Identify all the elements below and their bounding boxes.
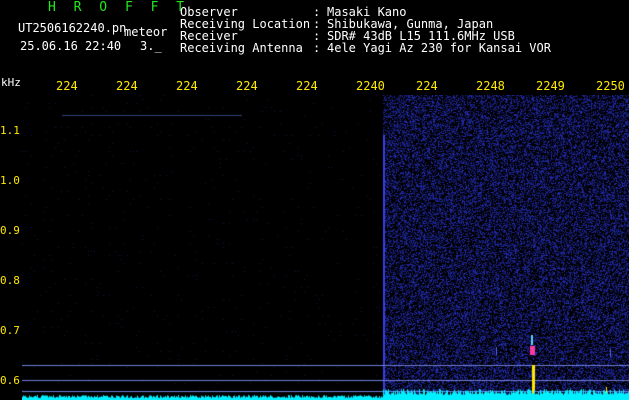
x-tick-label: 2249: [536, 78, 565, 94]
x-tick-label: 224: [296, 78, 318, 94]
file-name: UT2506162240.pn: [18, 22, 126, 34]
x-tick-label: 224: [176, 78, 198, 94]
antenna-colon: :: [313, 42, 320, 54]
frequency-axis: 224 224 224 224 224 2240 224 2248 2249 2…: [0, 78, 629, 96]
antenna-value: 4ele Yagi Az 230 for Kansai VOR: [327, 42, 551, 54]
y-tick-label: 0.6: [0, 375, 20, 387]
x-tick-label: 224: [416, 78, 438, 94]
x-tick-label: 224: [236, 78, 258, 94]
datetime: 25.06.16 22:40: [20, 40, 121, 52]
x-tick-label: 2240: [356, 78, 385, 94]
app-brand: H R O F F T: [48, 2, 189, 14]
spectrogram-panel: [22, 95, 629, 400]
y-tick-label: 0.8: [0, 275, 20, 287]
y-tick-label: 1.0: [0, 175, 20, 187]
count-value: 3._: [140, 40, 162, 52]
x-tick-label: 224: [116, 78, 138, 94]
spectrogram-canvas: [22, 95, 629, 400]
y-tick-label: 0.7: [0, 325, 20, 337]
antenna-label: Receiving Antenna: [180, 42, 303, 54]
mode-label: meteor: [124, 26, 167, 38]
x-tick-label: 2250: [596, 78, 625, 94]
x-tick-label: 224: [56, 78, 78, 94]
y-tick-label: 0.9: [0, 225, 20, 237]
x-tick-label: 2248: [476, 78, 505, 94]
y-tick-label: 1.1: [0, 125, 20, 137]
